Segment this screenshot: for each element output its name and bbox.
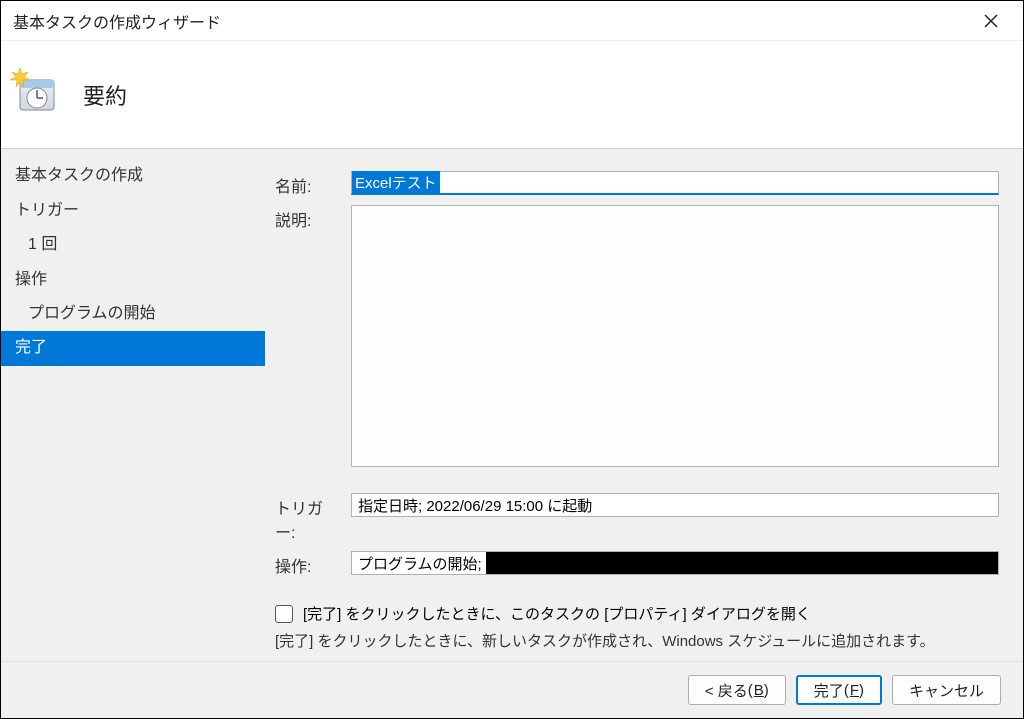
- wizard-sidebar: 基本タスクの作成 トリガー 1 回 操作 プログラムの開始 完了: [1, 149, 265, 661]
- description-row: 説明:: [275, 205, 999, 467]
- back-button[interactable]: < 戻る(B): [688, 675, 786, 705]
- sidebar-item-trigger[interactable]: トリガー: [1, 194, 265, 228]
- trigger-value: 指定日時; 2022/06/29 15:00 に起動: [358, 495, 592, 516]
- trigger-label: トリガー:: [275, 493, 335, 543]
- action-label: 操作:: [275, 551, 335, 577]
- finish-button[interactable]: 完了(F): [796, 675, 882, 705]
- sidebar-item-create[interactable]: 基本タスクの作成: [1, 159, 265, 193]
- wizard-content: 名前: Excelテスト 説明: トリガー: 指定日時; 2022/06/29 …: [265, 149, 1023, 661]
- wizard-icon: [14, 72, 60, 118]
- description-field[interactable]: [351, 205, 999, 467]
- open-properties-checkbox[interactable]: [275, 605, 293, 623]
- open-properties-label: [完了] をクリックしたときに、このタスクの [プロパティ] ダイアログを開く: [303, 603, 811, 624]
- page-title: 要約: [83, 79, 127, 111]
- description-label: 説明:: [275, 205, 335, 231]
- action-field: プログラムの開始;: [351, 551, 999, 575]
- title-bar: 基本タスクの作成ウィザード: [1, 1, 1023, 41]
- new-star-icon: [10, 68, 30, 88]
- open-properties-row[interactable]: [完了] をクリックしたときに、このタスクの [プロパティ] ダイアログを開く: [275, 603, 999, 624]
- finish-hint: [完了] をクリックしたときに、新しいタスクが作成され、Windows スケジュ…: [275, 630, 999, 651]
- trigger-field: 指定日時; 2022/06/29 15:00 に起動: [351, 493, 999, 517]
- close-button[interactable]: [971, 1, 1011, 41]
- name-row: 名前: Excelテスト: [275, 171, 999, 197]
- wizard-body: 基本タスクの作成 トリガー 1 回 操作 プログラムの開始 完了 名前: Exc…: [1, 148, 1023, 661]
- wizard-window: 基本タスクの作成ウィザード: [0, 0, 1024, 719]
- window-title: 基本タスクの作成ウィザード: [13, 9, 971, 33]
- sidebar-item-once[interactable]: 1 回: [1, 228, 265, 262]
- cancel-button[interactable]: キャンセル: [892, 675, 1001, 705]
- sidebar-item-start-program[interactable]: プログラムの開始: [1, 297, 265, 331]
- sidebar-item-finish[interactable]: 完了: [1, 331, 265, 365]
- wizard-footer: < 戻る(B) 完了(F) キャンセル: [1, 661, 1023, 718]
- sidebar-item-action[interactable]: 操作: [1, 263, 265, 297]
- name-field[interactable]: Excelテスト: [351, 171, 999, 195]
- trigger-row: トリガー: 指定日時; 2022/06/29 15:00 に起動: [275, 493, 999, 543]
- action-row: 操作: プログラムの開始;: [275, 551, 999, 577]
- name-label: 名前:: [275, 171, 335, 197]
- action-redacted: [486, 552, 998, 574]
- action-value: プログラムの開始;: [358, 553, 482, 574]
- close-icon: [984, 14, 998, 28]
- wizard-header: 要約: [1, 41, 1023, 148]
- name-value: Excelテスト: [352, 171, 440, 194]
